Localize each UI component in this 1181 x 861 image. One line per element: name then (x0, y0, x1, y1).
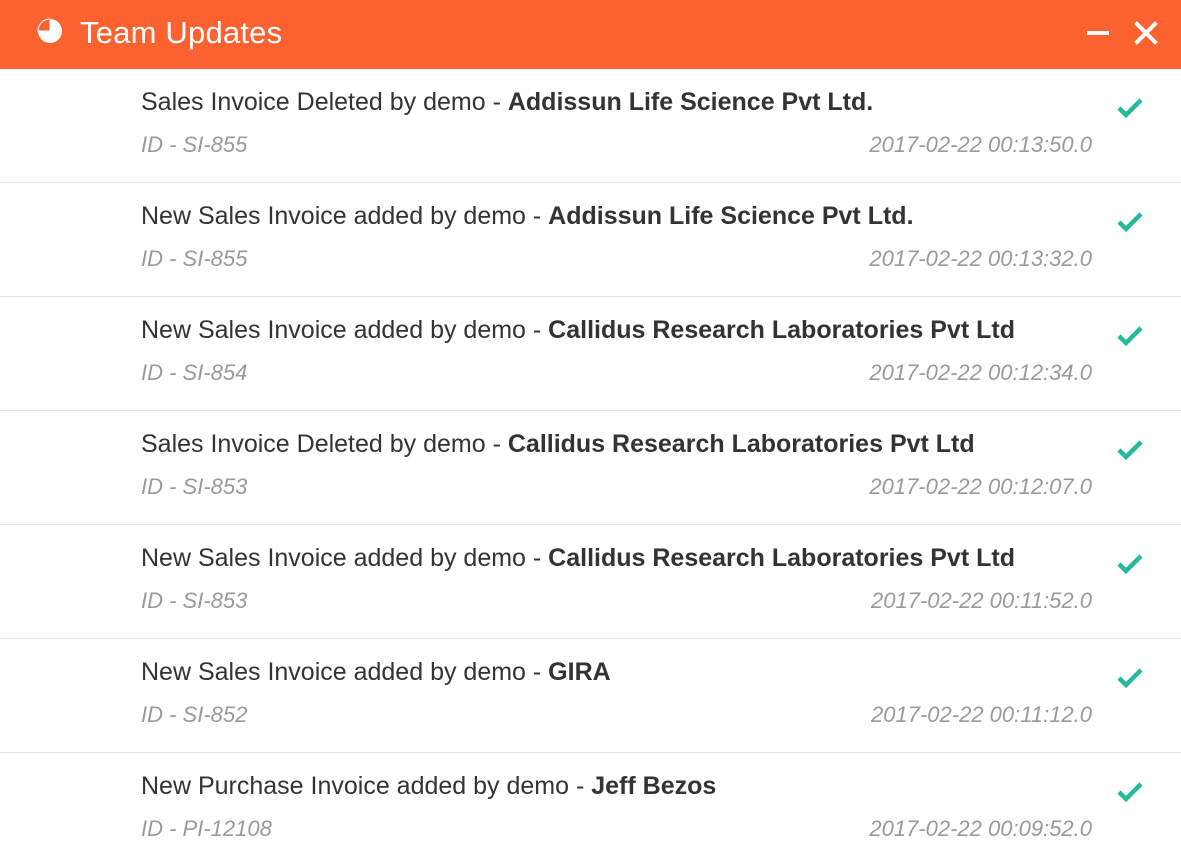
update-timestamp: 2017-02-22 00:12:07.0 (869, 474, 1092, 499)
team-updates-window: Team Updates Sales Invoice Deleted by de… (0, 0, 1181, 861)
update-party: GIRA (548, 658, 611, 686)
update-headline: Sales Invoice Deleted by demo - Addissun… (141, 85, 873, 119)
checkmark-icon[interactable] (1117, 211, 1143, 233)
update-item[interactable]: New Sales Invoice added by demo - Callid… (0, 525, 1181, 639)
update-headline: New Purchase Invoice added by demo - Jef… (141, 769, 716, 803)
update-party: Callidus Research Laboratories Pvt Ltd (507, 430, 975, 458)
update-id: ID - SI-855 (141, 132, 248, 157)
update-timestamp: 2017-02-22 00:11:52.0 (871, 588, 1092, 613)
pie-chart-icon (37, 18, 62, 43)
update-item[interactable]: Sales Invoice Deleted by demo - Addissun… (0, 69, 1181, 183)
title-bar: Team Updates (0, 0, 1181, 69)
checkmark-icon[interactable] (1117, 325, 1143, 347)
update-message: New Sales Invoice added by demo - (141, 316, 549, 344)
update-timestamp: 2017-02-22 00:13:50.0 (869, 132, 1092, 157)
update-id: ID - SI-853 (141, 474, 248, 499)
update-party: Jeff Bezos (591, 772, 717, 800)
update-item[interactable]: Sales Invoice Deleted by demo - Callidus… (0, 411, 1181, 525)
update-timestamp: 2017-02-22 00:13:32.0 (869, 246, 1092, 271)
window-title: Team Updates (80, 15, 283, 50)
update-item[interactable]: New Sales Invoice added by demo - GIRA I… (0, 639, 1181, 753)
checkmark-icon[interactable] (1117, 553, 1143, 575)
update-id: ID - PI-12108 (141, 816, 272, 841)
close-icon (1134, 21, 1158, 45)
update-item[interactable]: New Sales Invoice added by demo - Callid… (0, 297, 1181, 411)
update-message: New Sales Invoice added by demo - (141, 544, 549, 572)
checkmark-icon[interactable] (1117, 781, 1143, 803)
updates-list: Sales Invoice Deleted by demo - Addissun… (0, 69, 1181, 861)
update-message: New Sales Invoice added by demo - (141, 202, 549, 230)
update-headline: New Sales Invoice added by demo - Addiss… (141, 199, 914, 233)
update-id: ID - SI-852 (141, 702, 248, 727)
update-party: Addissun Life Science Pvt Ltd. (548, 202, 914, 230)
update-timestamp: 2017-02-22 00:11:12.0 (871, 702, 1092, 727)
checkmark-icon[interactable] (1117, 667, 1143, 689)
checkmark-icon[interactable] (1117, 439, 1143, 461)
update-timestamp: 2017-02-22 00:09:52.0 (869, 816, 1092, 841)
update-headline: New Sales Invoice added by demo - GIRA (141, 655, 611, 689)
update-headline: New Sales Invoice added by demo - Callid… (141, 541, 1015, 575)
update-party: Callidus Research Laboratories Pvt Ltd (548, 316, 1015, 344)
minimize-icon (1087, 31, 1109, 35)
update-message: Sales Invoice Deleted by demo - (141, 430, 508, 458)
update-item[interactable]: New Sales Invoice added by demo - Addiss… (0, 183, 1181, 297)
update-item[interactable]: New Purchase Invoice added by demo - Jef… (0, 753, 1181, 861)
update-headline: New Sales Invoice added by demo - Callid… (141, 313, 1015, 347)
update-id: ID - SI-854 (141, 360, 248, 385)
update-headline: Sales Invoice Deleted by demo - Callidus… (141, 427, 975, 461)
update-message: New Sales Invoice added by demo - (141, 658, 549, 686)
checkmark-icon[interactable] (1117, 97, 1143, 119)
update-message: Sales Invoice Deleted by demo - (141, 88, 508, 116)
minimize-button[interactable] (1078, 14, 1118, 54)
close-button[interactable] (1126, 14, 1166, 54)
update-timestamp: 2017-02-22 00:12:34.0 (869, 360, 1092, 385)
update-party: Addissun Life Science Pvt Ltd. (507, 88, 874, 116)
update-id: ID - SI-855 (141, 246, 248, 271)
update-party: Callidus Research Laboratories Pvt Ltd (548, 544, 1015, 572)
update-message: New Purchase Invoice added by demo - (141, 772, 592, 800)
update-id: ID - SI-853 (141, 588, 248, 613)
